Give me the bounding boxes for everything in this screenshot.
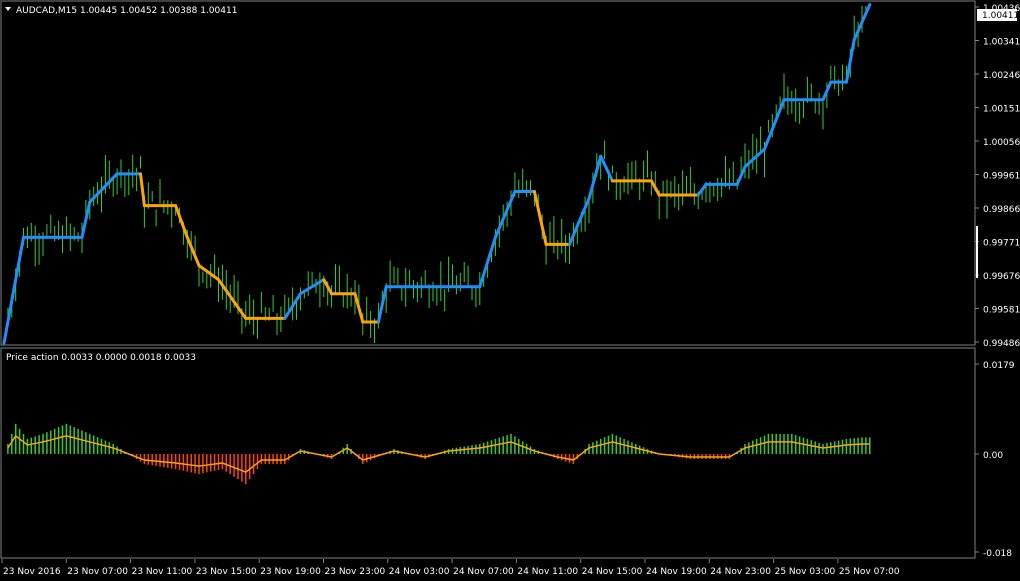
chart-title: AUDCAD,M15 1.00445 1.00452 1.00388 1.004… (16, 6, 237, 16)
trading-chart[interactable]: AUDCAD,M15 1.00445 1.00452 1.00388 1.004… (0, 0, 1020, 581)
price-axis-label: 0.99486 (983, 339, 1020, 349)
time-axis-label: 25 Nov 03:00 (775, 567, 836, 577)
price-axis-label: 0.99961 (983, 172, 1020, 182)
indicator-title: Price action 0.0033 0.0000 0.0018 0.0033 (6, 353, 196, 363)
price-axis-label: 1.00056 (983, 138, 1020, 148)
time-axis-label: 23 Nov 2016 (3, 567, 61, 577)
price-axis-label: 0.99866 (983, 205, 1020, 215)
price-axis-label: 1.00151 (983, 105, 1020, 115)
time-axis-label: 23 Nov 23:00 (325, 567, 386, 577)
time-axis-label: 24 Nov 03:00 (389, 567, 450, 577)
time-axis-label: 23 Nov 19:00 (260, 567, 321, 577)
time-axis-label: 24 Nov 23:00 (710, 567, 771, 577)
time-axis-label: 24 Nov 19:00 (646, 567, 707, 577)
time-axis-label: 24 Nov 07:00 (453, 567, 514, 577)
time-axis-label: 23 Nov 07:00 (67, 567, 128, 577)
indicator-axis-top: 0.0179 (983, 361, 1015, 371)
indicator-axis-bottom: -0.018 (983, 549, 1012, 559)
price-axis-label: 0.99581 (983, 306, 1020, 316)
chart-background (0, 0, 1020, 581)
time-axis-label: 23 Nov 15:00 (196, 567, 257, 577)
indicator-axis-zero: 0.00 (983, 451, 1003, 461)
time-axis-label: 25 Nov 07:00 (839, 567, 900, 577)
time-axis-label: 23 Nov 11:00 (132, 567, 193, 577)
price-axis-label: 1.00341 (983, 38, 1020, 48)
price-axis-label: 0.99771 (983, 239, 1020, 249)
current-price-label: 1.00411 (982, 11, 1019, 21)
time-axis-label: 24 Nov 15:00 (582, 567, 643, 577)
price-axis-label: 1.00246 (983, 71, 1020, 81)
price-axis-label: 0.99676 (983, 272, 1020, 282)
time-axis-label: 24 Nov 11:00 (517, 567, 578, 577)
price-scale-handle[interactable] (976, 226, 978, 278)
